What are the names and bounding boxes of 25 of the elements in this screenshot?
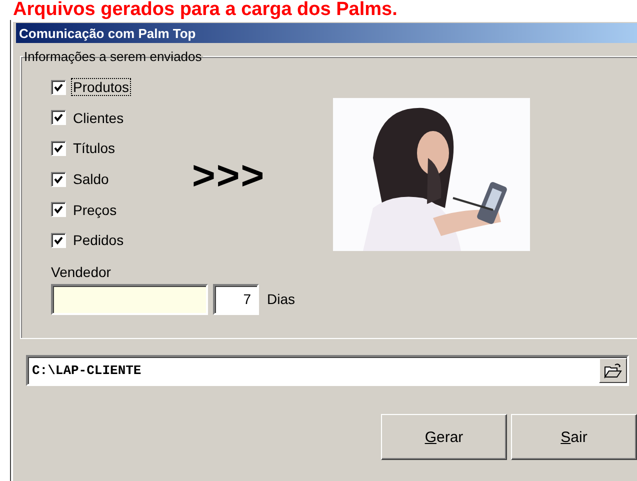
checkbox[interactable] (51, 80, 66, 95)
checkbox[interactable] (51, 110, 66, 126)
page-heading: Arquivos gerados para a carga dos Palms. (12, 0, 398, 20)
group-title: Informações a serem enviados (23, 49, 203, 64)
checkbox-label[interactable]: Saldo (72, 171, 110, 188)
checkbox[interactable] (51, 172, 66, 187)
checkbox-label[interactable]: Títulos (72, 140, 116, 156)
days-label: Dias (267, 291, 296, 308)
days-field[interactable]: 7 (213, 284, 259, 315)
dialog-button[interactable]: Gerar (381, 414, 507, 460)
path-field[interactable]: C:\LAP-CLIENTE (26, 355, 629, 386)
seller-label: Vendedor (51, 264, 112, 280)
checkbox[interactable] (51, 140, 66, 156)
checkbox-label[interactable]: Pedidos (72, 232, 125, 248)
checkbox[interactable] (51, 202, 66, 218)
window-title: Comunicação com Palm Top (16, 23, 637, 43)
path-text: C:\LAP-CLIENTE (32, 363, 142, 378)
checkbox-label[interactable]: Produtos (72, 79, 130, 96)
checkbox-label[interactable]: Clientes (72, 110, 125, 126)
checkbox-label[interactable]: Preços (72, 202, 118, 218)
folder-open-icon[interactable] (599, 358, 627, 383)
arrows-text: >>> (192, 156, 266, 196)
seller-field[interactable] (51, 284, 208, 315)
dialog-button[interactable]: Sair (511, 414, 637, 460)
checkbox[interactable] (51, 232, 66, 248)
